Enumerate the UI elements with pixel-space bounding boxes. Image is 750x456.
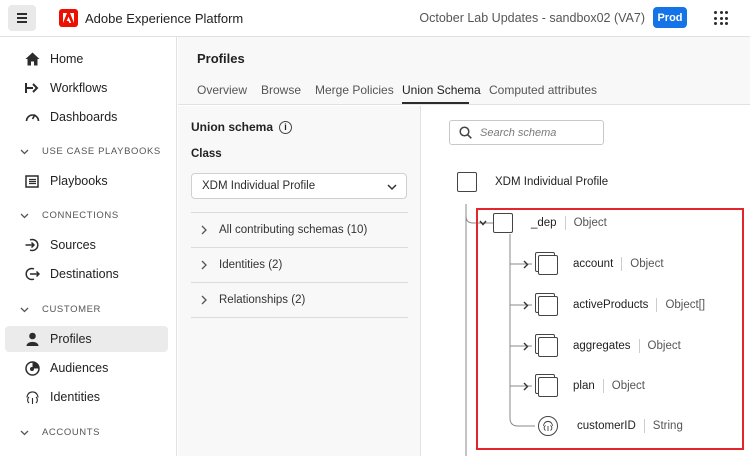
section-label: CUSTOMER bbox=[42, 304, 101, 315]
chevron-right-icon bbox=[201, 295, 213, 305]
sidebar-item-destinations[interactable]: Destinations bbox=[5, 261, 168, 287]
home-icon bbox=[24, 51, 40, 67]
highlight-annotation bbox=[476, 208, 744, 450]
chevron-down-icon bbox=[20, 430, 32, 436]
top-bar: Adobe Experience Platform October Lab Up… bbox=[0, 0, 750, 37]
sidebar-item-label: Profiles bbox=[50, 332, 92, 346]
sidebar-item-label: Destinations bbox=[50, 267, 119, 281]
app-title[interactable]: Adobe Experience Platform bbox=[85, 11, 243, 26]
chevron-right-icon bbox=[201, 260, 213, 270]
section-customer[interactable]: CUSTOMER bbox=[20, 304, 101, 315]
playbooks-icon bbox=[24, 173, 40, 189]
section-label: USE CASE PLAYBOOKS bbox=[42, 146, 161, 157]
class-select-value: XDM Individual Profile bbox=[202, 180, 316, 192]
info-icon[interactable]: i bbox=[279, 120, 293, 134]
fingerprint-icon bbox=[24, 389, 40, 405]
sidebar-item-workflows[interactable]: Workflows bbox=[5, 75, 168, 101]
chevron-down-icon bbox=[20, 149, 32, 155]
sidebar: Home Workflows Dashboards USE CASE PLAYB… bbox=[0, 37, 177, 456]
divider bbox=[191, 317, 408, 318]
tree-node-root[interactable]: XDM Individual Profile bbox=[457, 172, 608, 192]
adobe-logo-icon[interactable] bbox=[59, 9, 78, 27]
tab-union-schema[interactable]: Union Schema bbox=[402, 83, 481, 97]
object-icon bbox=[457, 172, 477, 192]
section-use-case-playbooks[interactable]: USE CASE PLAYBOOKS bbox=[20, 146, 161, 157]
section-accounts[interactable]: ACCOUNTS bbox=[20, 427, 100, 438]
active-tab-indicator bbox=[402, 102, 469, 104]
sources-icon bbox=[24, 237, 40, 253]
sidebar-item-label: Identities bbox=[50, 390, 101, 404]
sidebar-item-profiles[interactable]: Profiles bbox=[5, 326, 168, 352]
union-schema-panel: Union schema i Class XDM Individual Prof… bbox=[178, 106, 421, 456]
panel-title: Union schema i bbox=[191, 120, 293, 134]
tab-computed-attributes[interactable]: Computed attributes bbox=[489, 83, 597, 97]
app-switcher-icon[interactable] bbox=[714, 11, 728, 25]
accordion-label: Relationships (2) bbox=[219, 294, 306, 306]
class-select[interactable]: XDM Individual Profile bbox=[191, 173, 407, 199]
panel-title-text: Union schema bbox=[191, 120, 274, 134]
page-title: Profiles bbox=[197, 51, 245, 66]
chevron-right-icon bbox=[201, 225, 213, 235]
chevron-down-icon bbox=[20, 307, 32, 313]
sidebar-item-home[interactable]: Home bbox=[5, 46, 168, 72]
page-header: Profiles Overview Browse Merge Policies … bbox=[178, 37, 750, 105]
section-label: ACCOUNTS bbox=[42, 427, 101, 438]
tab-overview[interactable]: Overview bbox=[197, 83, 247, 97]
workflows-icon bbox=[24, 80, 40, 96]
audiences-icon bbox=[24, 360, 40, 376]
dashboard-icon bbox=[24, 109, 40, 125]
accordion-identities[interactable]: Identities (2) bbox=[191, 247, 408, 282]
tab-merge-policies[interactable]: Merge Policies bbox=[315, 83, 394, 97]
tab-browse[interactable]: Browse bbox=[261, 83, 301, 97]
sidebar-item-audiences[interactable]: Audiences bbox=[5, 355, 168, 381]
environment-badge[interactable]: Prod bbox=[653, 7, 687, 28]
accordion-label: All contributing schemas (10) bbox=[219, 224, 368, 236]
sidebar-item-dashboards[interactable]: Dashboards bbox=[5, 104, 168, 130]
section-connections[interactable]: CONNECTIONS bbox=[20, 210, 119, 221]
chevron-down-icon bbox=[20, 213, 32, 219]
sidebar-item-identities[interactable]: Identities bbox=[5, 384, 168, 410]
sidebar-item-sources[interactable]: Sources bbox=[5, 232, 168, 258]
chevron-down-icon bbox=[387, 182, 397, 194]
sidebar-item-label: Audiences bbox=[50, 361, 109, 375]
class-label: Class bbox=[191, 148, 222, 160]
sidebar-item-label: Dashboards bbox=[50, 110, 118, 124]
destinations-icon bbox=[24, 266, 40, 282]
sidebar-item-label: Sources bbox=[50, 238, 96, 252]
accordion-label: Identities (2) bbox=[219, 259, 283, 271]
profile-icon bbox=[24, 331, 40, 347]
tree-node-label: XDM Individual Profile bbox=[495, 176, 609, 188]
accordion-contributing-schemas[interactable]: All contributing schemas (10) bbox=[191, 212, 408, 247]
sidebar-item-label: Playbooks bbox=[50, 174, 108, 188]
accordion-relationships[interactable]: Relationships (2) bbox=[191, 282, 408, 317]
org-sandbox-switcher[interactable]: October Lab Updates - sandbox02 (VA7) bbox=[419, 11, 645, 25]
menu-icon[interactable] bbox=[8, 5, 36, 31]
section-label: CONNECTIONS bbox=[42, 210, 119, 221]
sidebar-item-label: Workflows bbox=[50, 81, 108, 95]
sidebar-item-playbooks[interactable]: Playbooks bbox=[5, 168, 168, 194]
sidebar-item-label: Home bbox=[50, 52, 84, 66]
